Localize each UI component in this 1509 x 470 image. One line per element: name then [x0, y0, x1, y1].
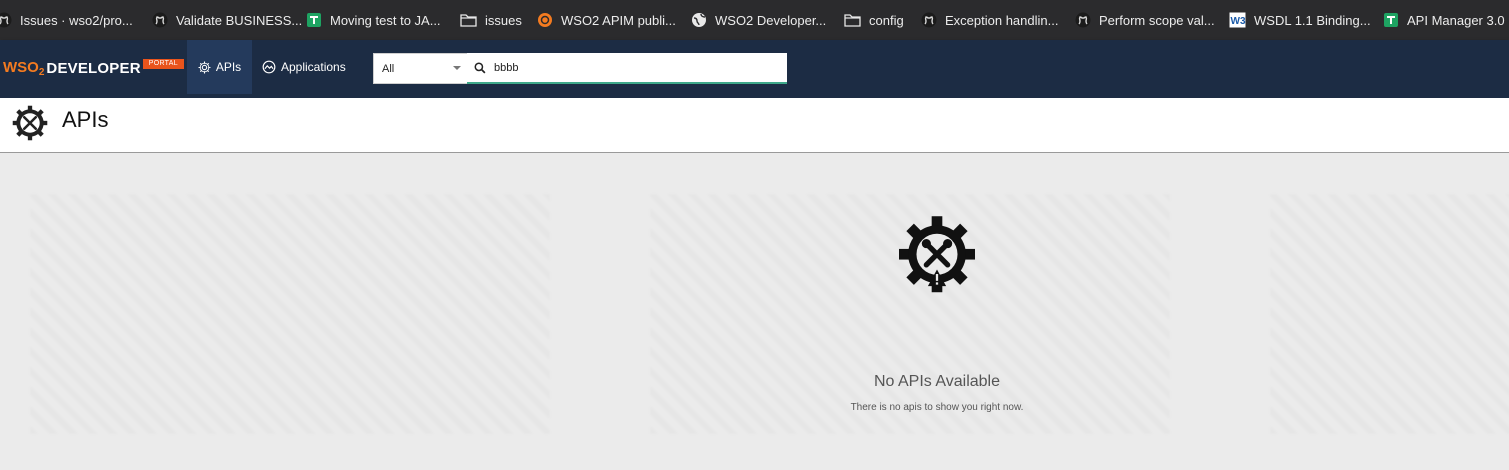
bookmark-item[interactable]: W3 WSDL 1.1 Binding... [1229, 0, 1371, 40]
bookmark-label: config [869, 12, 904, 28]
applications-icon [262, 60, 276, 74]
nav-applications-label: Applications [281, 60, 346, 74]
bookmark-label: API Manager 3.0 R [1407, 12, 1509, 28]
bookmark-label: WSDL 1.1 Binding... [1254, 12, 1371, 28]
bookmark-item[interactable]: WSO2 Developer... [691, 0, 826, 40]
github-icon [921, 12, 937, 28]
bookmark-item[interactable]: WSO2 APIM publi... [537, 0, 676, 40]
bookmarks-bar: Issues · wso2/pro... Validate BUSINESS..… [0, 0, 1509, 40]
bookmark-label: WSO2 Developer... [715, 12, 827, 28]
w3c-icon: W3 [1229, 12, 1246, 28]
page-title-bar: APIs [0, 98, 1509, 153]
bookmark-item[interactable]: Exception handlin... [921, 0, 1058, 40]
bookmark-item[interactable]: config [844, 0, 904, 40]
search-filter-select[interactable]: All [373, 53, 467, 84]
content-area: No APIs Available There is no apis to sh… [0, 154, 1509, 470]
app-header: WSO2 DEVELOPER PORTAL APIs Applications … [0, 40, 1509, 98]
logo-developer: DEVELOPER [46, 59, 141, 77]
bookmark-item[interactable]: Moving test to JA... [306, 0, 441, 40]
background-pattern [30, 194, 550, 434]
bookmark-label: WSO2 APIM publi... [561, 12, 676, 28]
folder-icon [460, 14, 477, 27]
chevron-down-icon [453, 66, 461, 70]
bookmark-label: Perform scope val... [1099, 12, 1215, 28]
sheets-icon [1384, 13, 1398, 27]
github-icon [1075, 12, 1091, 28]
sheets-icon [307, 13, 321, 27]
logo-wso: WSO [3, 58, 39, 76]
developer-portal-logo[interactable]: WSO2 DEVELOPER PORTAL [3, 58, 184, 78]
bookmark-item[interactable]: API Manager 3.0 R [1383, 0, 1509, 40]
bookmark-label: Validate BUSINESS... [176, 12, 303, 28]
bookmark-item[interactable]: issues [460, 0, 522, 40]
nav-apis-label: APIs [215, 60, 242, 74]
search-input[interactable] [494, 61, 774, 74]
svg-text:W3: W3 [1231, 16, 1246, 27]
bookmark-label: Exception handlin... [945, 12, 1059, 28]
logo-portal-badge: PORTAL [142, 59, 184, 69]
search-filter-value: All [382, 62, 395, 75]
background-pattern [1270, 194, 1509, 434]
bookmark-label: Moving test to JA... [330, 12, 441, 28]
search-icon [474, 62, 486, 73]
bookmark-label: issues [485, 12, 522, 28]
globe-icon [692, 13, 706, 27]
bookmark-item[interactable]: Validate BUSINESS... [152, 0, 302, 40]
bookmark-item[interactable]: Perform scope val... [1075, 0, 1215, 40]
gear-icon [198, 61, 211, 73]
empty-state-heading: No APIs Available [873, 373, 1000, 390]
nav-applications-tab[interactable]: Applications [262, 40, 346, 94]
folder-icon [844, 14, 861, 27]
github-icon [152, 12, 168, 28]
nav-apis-tab[interactable]: APIs [187, 40, 252, 94]
github-icon [0, 12, 12, 28]
search-box [467, 53, 787, 84]
bookmark-item[interactable]: Issues · wso2/pro... [0, 0, 133, 40]
api-gear-icon [12, 105, 48, 141]
wso2-icon [538, 13, 552, 27]
logo-two: 2 [38, 66, 45, 78]
no-apis-gear-icon [899, 216, 975, 293]
empty-state-message: There is no apis to show you right now. [850, 402, 1024, 413]
bookmark-label: Issues · wso2/pro... [20, 12, 133, 28]
page-title: APIs [62, 107, 109, 132]
